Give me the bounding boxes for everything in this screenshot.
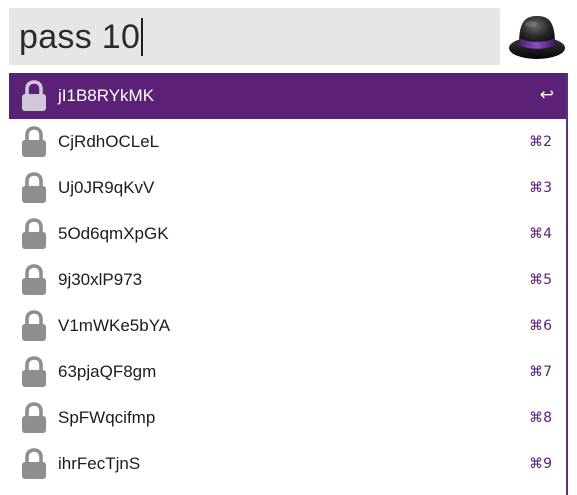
lock-icon xyxy=(19,125,49,159)
result-title: SpFWqcifmp xyxy=(58,408,156,427)
result-title: ihrFecTjnS xyxy=(58,454,141,473)
result-title: CjRdhOCLeL xyxy=(58,132,160,151)
result-item[interactable]: V1mWKe5bYA ⌘6 xyxy=(9,303,566,349)
lock-icon xyxy=(19,217,49,251)
lock-icon xyxy=(19,355,49,389)
lock-icon xyxy=(19,447,49,481)
result-title: 5Od6qmXpGK xyxy=(58,224,169,243)
result-item-selected[interactable]: jI1B8RYkMK ↩ xyxy=(9,73,566,119)
text-caret xyxy=(141,17,143,56)
results-list: jI1B8RYkMK ↩ CjRdhOCLeL ⌘2 Uj0JR9qKvV ⌘3 5Od6q… xyxy=(9,73,568,495)
result-item[interactable]: 63pjaQF8gm ⌘7 xyxy=(9,349,566,395)
result-item[interactable]: ihrFecTjnS ⌘9 xyxy=(9,441,566,487)
search-input[interactable]: pass 10 xyxy=(9,8,500,65)
result-item[interactable]: Uj0JR9qKvV ⌘3 xyxy=(9,165,566,211)
lock-icon xyxy=(19,171,49,205)
lock-icon xyxy=(19,79,49,113)
result-title: V1mWKe5bYA xyxy=(58,316,171,335)
result-item[interactable]: SpFWqcifmp ⌘8 xyxy=(9,395,566,441)
alfred-hat-icon-graphic xyxy=(509,16,565,59)
lock-icon xyxy=(19,401,49,435)
result-item[interactable]: 9j30xlP973 ⌘5 xyxy=(9,257,566,303)
return-key-icon: ↩ xyxy=(539,85,554,105)
shortcut-hint: ⌘8 xyxy=(529,410,552,426)
lock-icon xyxy=(19,263,49,297)
shortcut-hint: ⌘3 xyxy=(529,180,552,196)
shortcut-hint: ⌘5 xyxy=(529,272,552,288)
shortcut-hint: ⌘7 xyxy=(529,364,552,380)
shortcut-hint: ⌘9 xyxy=(529,456,552,472)
lock-icon xyxy=(19,309,49,343)
shortcut-hint: ⌘4 xyxy=(529,226,552,242)
result-title: jI1B8RYkMK xyxy=(58,86,155,105)
alfred-hat-icon[interactable] xyxy=(507,8,567,64)
result-title: 9j30xlP973 xyxy=(58,270,143,289)
search-query-text: pass 10 xyxy=(19,17,141,56)
shortcut-hint: ⌘6 xyxy=(529,318,552,334)
shortcut-hint: ⌘2 xyxy=(529,134,552,150)
result-title: 63pjaQF8gm xyxy=(58,362,157,381)
result-title: Uj0JR9qKvV xyxy=(58,178,155,197)
result-item[interactable]: 5Od6qmXpGK ⌘4 xyxy=(9,211,566,257)
result-item[interactable]: CjRdhOCLeL ⌘2 xyxy=(9,119,566,165)
